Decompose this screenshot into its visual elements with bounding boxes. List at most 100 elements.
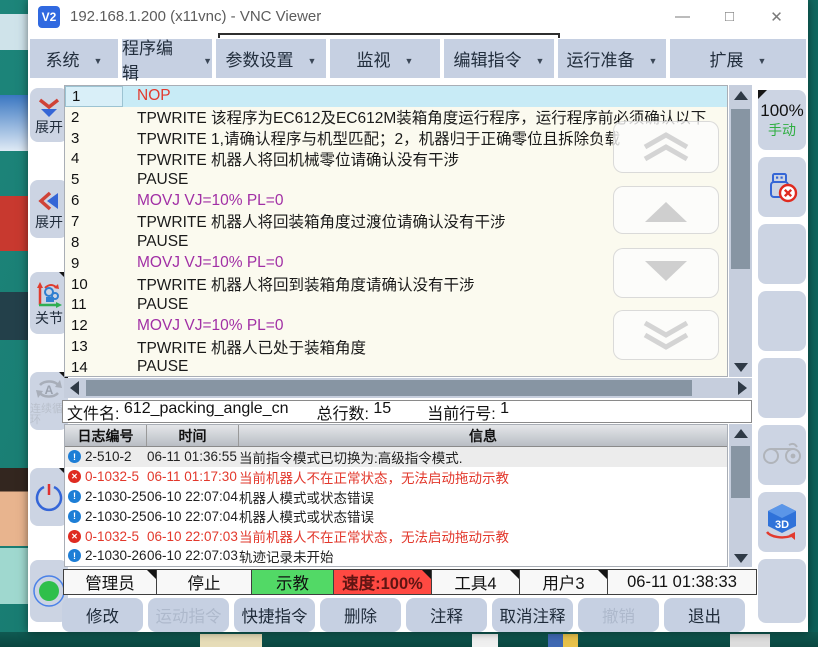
cube-3d-icon: 3D — [761, 501, 803, 543]
joint-label: 关节 — [35, 311, 63, 325]
menu-program-edit[interactable]: 程序编辑 — [122, 39, 212, 78]
menu-parameter-settings[interactable]: 参数设置 — [216, 39, 326, 78]
datetime-value: 06-11 01:38:33 — [627, 573, 737, 592]
speed-value: 速度:100% — [342, 570, 423, 594]
status-bar: 管理员 停止 示教 速度:100% 工具4 用户3 06-11 01:38:33 — [64, 569, 757, 595]
log-table: 日志编号 时间 信息 2-510-2 06-11 01:36:55 当前指令模式… — [64, 424, 728, 567]
line-down-button[interactable] — [613, 248, 719, 298]
log-time: 06-10 22:07:04 — [147, 509, 239, 524]
svg-text:3D: 3D — [775, 519, 789, 531]
page-down-button[interactable] — [613, 310, 719, 360]
menu-monitor[interactable]: 监视 — [330, 39, 440, 78]
power-button[interactable] — [30, 468, 68, 526]
usb-disconnected-button[interactable] — [758, 157, 806, 217]
close-button[interactable]: ✕ — [753, 2, 800, 32]
log-row[interactable]: 0-1032-5 06-10 22:07:03 当前机器人不在正常状态，无法启动… — [65, 526, 727, 546]
minimize-button[interactable]: — — [659, 2, 706, 32]
speed-mode-button[interactable]: 100% 手动 — [758, 90, 806, 150]
log-vscrollbar[interactable] — [729, 424, 752, 567]
empty-slot-button — [758, 358, 806, 418]
line-text: MOVJ VJ=10% PL=0 — [123, 317, 283, 335]
double-chevron-down-icon — [36, 96, 62, 118]
scroll-thumb[interactable] — [86, 380, 692, 396]
desktop-fragment — [0, 468, 28, 546]
expand-horizontal-button[interactable]: 展开 — [30, 180, 68, 238]
line-text: TPWRITE 1,请确认程序与机型匹配；2，机器归于正确零位且拆除负载 — [123, 127, 620, 149]
menu-run-prepare[interactable]: 运行准备 — [558, 39, 666, 78]
info-icon — [68, 490, 81, 503]
code-hscrollbar[interactable] — [64, 378, 752, 398]
line-number: 2 — [65, 109, 123, 126]
uncomment-button[interactable]: 取消注释 — [492, 598, 573, 632]
menu-bar: 系统 程序编辑 参数设置 监视 编辑指令 运行准备 扩展 — [28, 39, 808, 79]
taskbar-fragment — [730, 634, 770, 647]
view-3d-button[interactable]: 3D — [758, 492, 806, 552]
log-row[interactable]: 2-510-2 06-11 01:36:55 当前指令模式已切换为:高级指令模式… — [65, 447, 727, 467]
desktop-fragment — [0, 14, 28, 50]
vnc-window: V2 192.168.1.200 (x11vnc) - VNC Viewer —… — [28, 0, 808, 632]
menu-label: 监视 — [357, 46, 391, 71]
expand-vertical-button[interactable]: 展开 — [30, 88, 68, 142]
menu-label: 参数设置 — [226, 46, 294, 71]
log-id: 2-1030-25 — [85, 489, 147, 504]
line-text: PAUSE — [123, 296, 188, 314]
page-up-button[interactable] — [613, 121, 719, 173]
desktop: V2 192.168.1.200 (x11vnc) - VNC Viewer —… — [0, 0, 818, 647]
menu-label: 程序编辑 — [122, 34, 189, 84]
maximize-button[interactable]: □ — [706, 2, 753, 32]
scroll-right-icon[interactable] — [738, 381, 747, 395]
exit-button[interactable]: 退出 — [664, 598, 745, 632]
scroll-up-icon[interactable] — [734, 429, 748, 438]
window-title: 192.168.1.200 (x11vnc) - VNC Viewer — [70, 8, 321, 25]
double-chevron-down-icon — [640, 318, 692, 352]
delete-button[interactable]: 删除 — [320, 598, 401, 632]
code-vscrollbar[interactable] — [729, 85, 752, 377]
line-number: 1 — [65, 86, 123, 107]
line-text: TPWRITE 机器人将回到装箱角度请确认没有干涉 — [123, 273, 475, 295]
quick-command-button[interactable]: 快捷指令 — [234, 598, 315, 632]
joint-coordinate-button[interactable]: 关节 — [30, 272, 68, 334]
chevron-down-icon — [308, 49, 317, 69]
menu-extend[interactable]: 扩展 — [670, 39, 806, 78]
taskbar-fragment — [548, 634, 578, 647]
desktop-fragment — [0, 548, 28, 604]
user-role-selector[interactable]: 管理员 — [63, 569, 157, 595]
scroll-thumb[interactable] — [731, 109, 750, 269]
line-number: 3 — [65, 130, 123, 147]
log-time: 06-11 01:17:30 — [147, 469, 239, 484]
line-up-button[interactable] — [613, 186, 719, 234]
run-state-value: 停止 — [188, 570, 221, 594]
user-frame-selector[interactable]: 用户3 — [519, 569, 608, 595]
comment-button[interactable]: 注释 — [406, 598, 487, 632]
chevron-down-icon — [649, 49, 658, 69]
scroll-thumb[interactable] — [731, 446, 750, 498]
current-line-label: 当前行号: — [427, 400, 495, 424]
vnc-logo-icon: V2 — [38, 6, 60, 28]
code-line[interactable]: 1NOP — [65, 86, 727, 107]
log-message: 当前机器人不在正常状态，无法启动拖动示教 — [239, 526, 727, 546]
file-info-bar: 文件名: 612_packing_angle_cn 总行数: 15 当前行号: … — [62, 400, 752, 423]
line-number: 11 — [65, 296, 123, 313]
menu-edit-command[interactable]: 编辑指令 — [444, 39, 554, 78]
log-row[interactable]: 2-1030-26 06-10 22:07:03 轨迹记录未开始 — [65, 546, 727, 566]
line-text: MOVJ VJ=10% PL=0 — [123, 192, 283, 210]
line-text: TPWRITE 机器人已处于装箱角度 — [123, 336, 366, 358]
menu-label: 运行准备 — [567, 46, 635, 71]
log-row[interactable]: 2-1030-25 06-10 22:07:04 机器人模式或状态错误 — [65, 487, 727, 507]
svg-text:A: A — [45, 383, 54, 397]
log-time: 06-10 22:07:03 — [147, 548, 239, 563]
scroll-up-icon[interactable] — [734, 91, 748, 100]
scroll-down-icon[interactable] — [734, 363, 748, 372]
scroll-left-icon[interactable] — [70, 381, 79, 395]
log-message: 当前机器人不在正常状态，无法启动拖动示教 — [239, 467, 727, 487]
tool-frame-selector[interactable]: 工具4 — [431, 569, 520, 595]
menu-system[interactable]: 系统 — [30, 39, 118, 78]
speed-override-selector[interactable]: 速度:100% — [333, 569, 432, 595]
double-chevron-left-icon — [37, 189, 61, 213]
modify-button[interactable]: 修改 — [62, 598, 143, 632]
scroll-down-icon[interactable] — [734, 554, 748, 563]
log-row[interactable]: 0-1032-5 06-11 01:17:30 当前机器人不在正常状态，无法启动… — [65, 467, 727, 487]
error-icon — [68, 470, 81, 483]
teach-mode-indicator: 示教 — [251, 569, 334, 595]
log-row[interactable]: 2-1030-25 06-10 22:07:04 机器人模式或状态错误 — [65, 506, 727, 526]
